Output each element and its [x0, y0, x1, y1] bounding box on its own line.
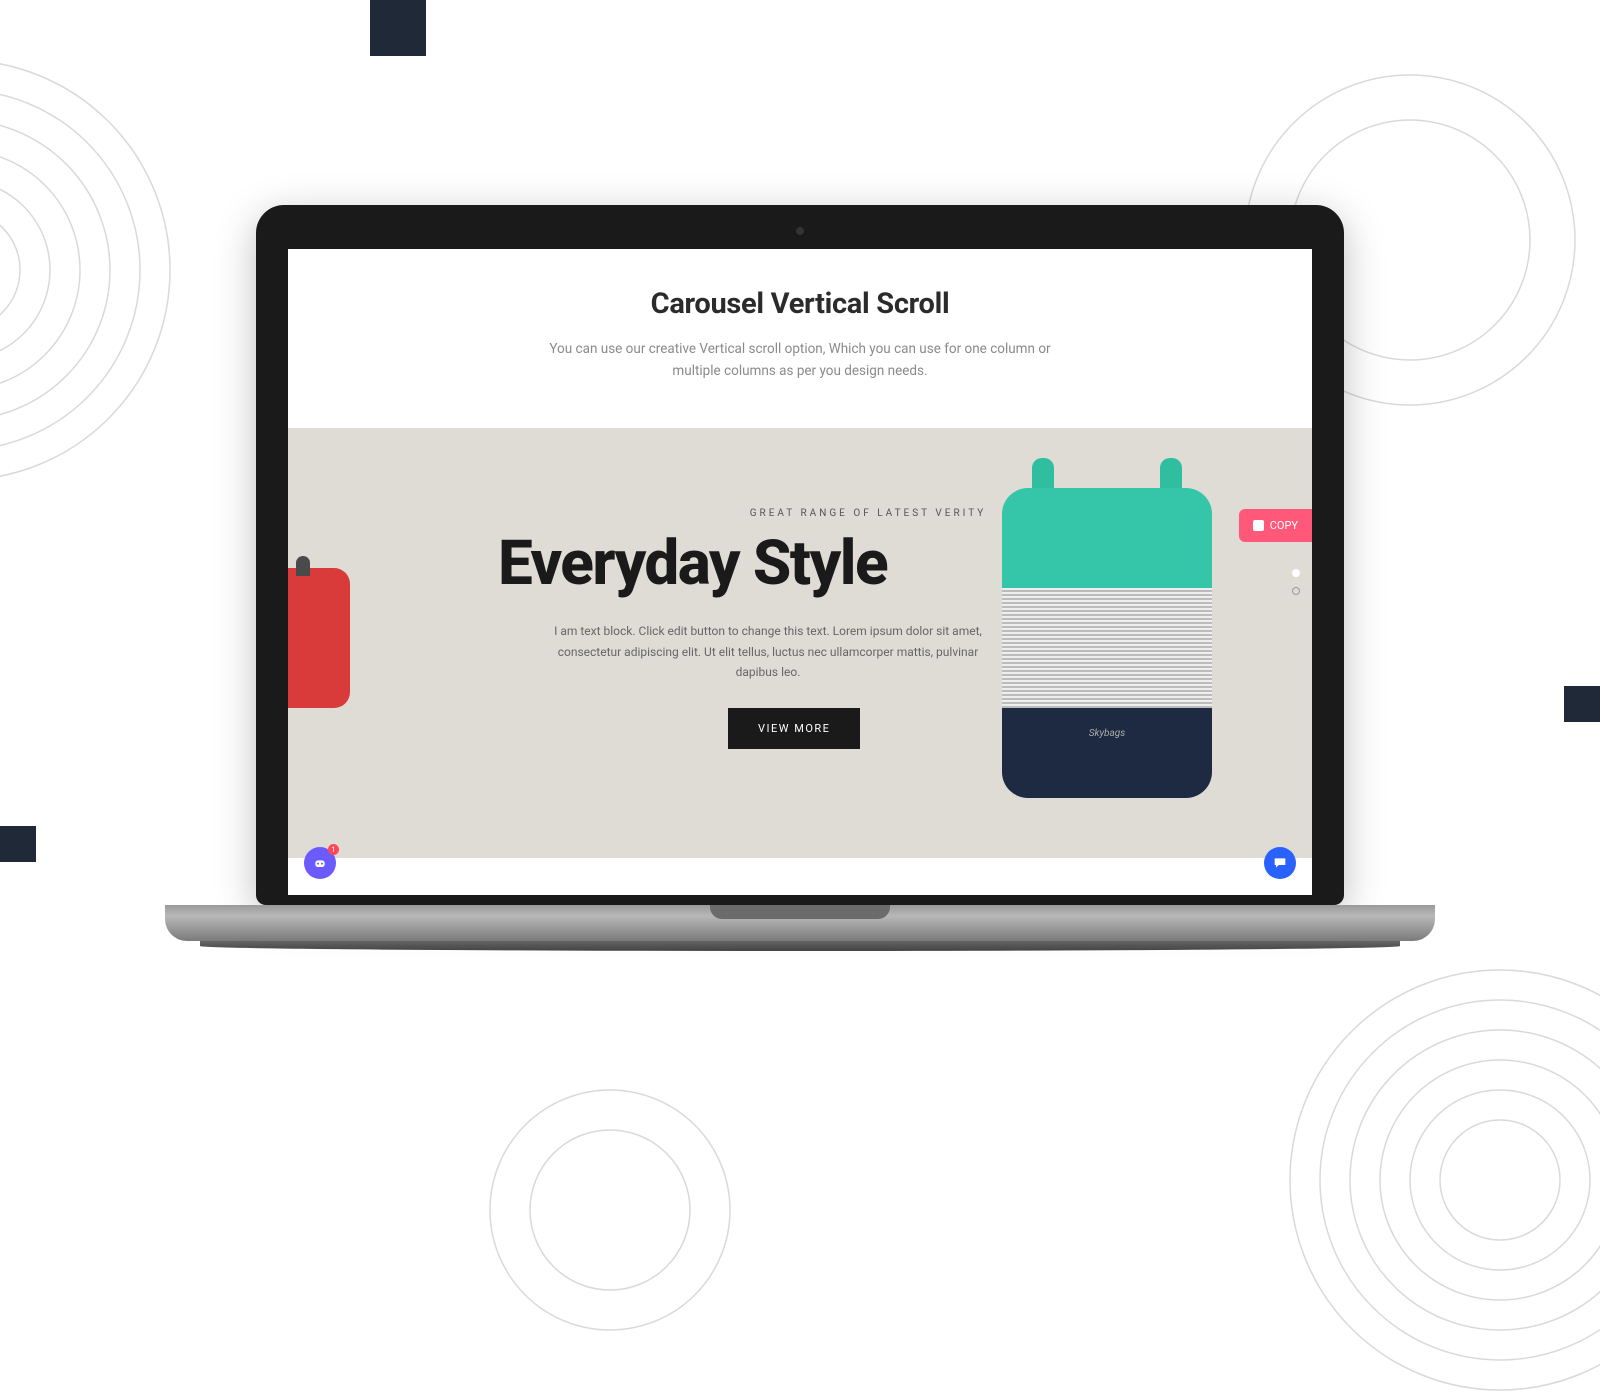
laptop-camera	[796, 227, 804, 235]
view-more-button[interactable]: VIEW MORE	[728, 708, 860, 749]
bg-circles-bottom-right	[1280, 960, 1600, 1400]
laptop-mockup: Carousel Vertical Scroll You can use our…	[256, 205, 1344, 951]
page-subtitle: You can use our creative Vertical scroll…	[530, 339, 1070, 382]
hero-eyebrow: GREAT RANGE OF LATEST VERITY	[698, 508, 1038, 519]
decor-square	[370, 0, 426, 56]
page-title: Carousel Vertical Scroll	[308, 287, 1292, 321]
copy-icon	[1253, 520, 1264, 531]
chat-bubble[interactable]	[1264, 847, 1296, 879]
decor-square	[1564, 686, 1600, 722]
page-header: Carousel Vertical Scroll You can use our…	[288, 249, 1312, 428]
carousel-dot[interactable]	[1292, 587, 1300, 595]
robot-icon	[312, 855, 328, 871]
decor-square	[0, 826, 36, 862]
bg-circles-bottom	[480, 1080, 740, 1340]
product-backpack-main: Skybags	[1002, 458, 1212, 798]
laptop-base	[165, 905, 1435, 941]
laptop-foot	[200, 941, 1400, 951]
screen-content: Carousel Vertical Scroll You can use our…	[288, 249, 1312, 895]
product-brand-label: Skybags	[1089, 728, 1125, 739]
notification-badge: 1	[328, 844, 339, 855]
hero-body: I am text block. Click edit button to ch…	[548, 621, 988, 682]
copy-label: COPY	[1270, 519, 1298, 532]
assistant-bubble[interactable]: 1	[304, 847, 336, 879]
chat-icon	[1272, 855, 1288, 871]
copy-button[interactable]: COPY	[1239, 509, 1312, 542]
hero-section: GREAT RANGE OF LATEST VERITY Everyday St…	[288, 428, 1312, 858]
carousel-dot[interactable]	[1292, 569, 1300, 577]
bg-circles-top-left	[0, 50, 280, 490]
carousel-dots	[1292, 569, 1300, 595]
product-backpack-side	[288, 568, 350, 708]
